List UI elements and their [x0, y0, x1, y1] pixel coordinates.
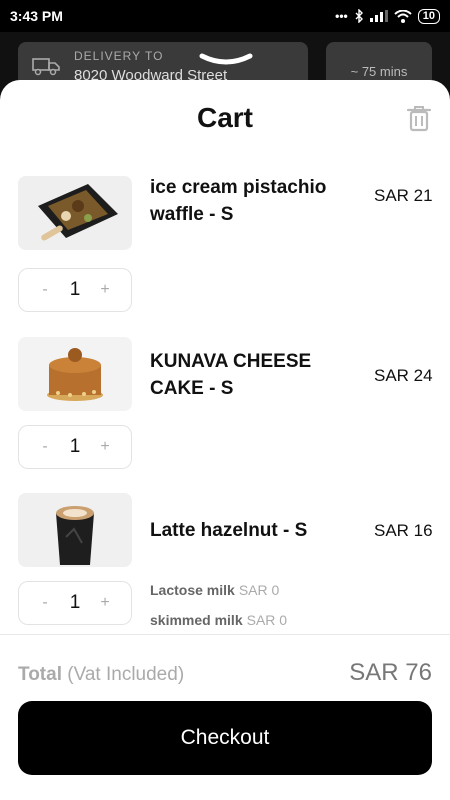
item-name: Latte hazelnut - S	[150, 520, 308, 541]
increase-button[interactable]: +	[97, 281, 113, 299]
chevron-down-icon[interactable]	[198, 52, 254, 68]
increase-button[interactable]: +	[97, 438, 113, 456]
checkout-button[interactable]: Checkout	[18, 701, 432, 775]
total-label: Total (Vat Included)	[18, 664, 184, 686]
item-price: SAR 24	[374, 366, 433, 385]
quantity-value: 1	[69, 592, 81, 613]
item-price: SAR 16	[374, 521, 433, 540]
item-image	[18, 176, 132, 250]
quantity-stepper: - 1 +	[18, 268, 132, 312]
decrease-button[interactable]: -	[37, 438, 53, 456]
item-modifier: skimmed milk SAR 0	[150, 612, 287, 628]
quantity-value: 1	[69, 279, 81, 300]
item-modifier: Lactose milk SAR 0	[150, 582, 279, 598]
item-price: SAR 21	[374, 186, 433, 205]
truck-icon	[32, 58, 60, 76]
status-icons: ••• 10	[335, 8, 440, 24]
battery-indicator: 10	[417, 8, 440, 24]
decrease-button[interactable]: -	[37, 281, 53, 299]
modifier-price: SAR 0	[246, 612, 288, 628]
wifi-icon	[394, 9, 412, 23]
modifier-name: Lactose milk	[150, 582, 235, 598]
modifier-price: SAR 0	[238, 582, 280, 598]
total-value: SAR 76	[349, 659, 432, 686]
signal-icon	[369, 10, 388, 22]
item-image	[18, 337, 132, 411]
total-label-text: Total	[18, 664, 62, 685]
increase-button[interactable]: +	[97, 594, 113, 612]
quantity-value: 1	[69, 436, 81, 457]
quantity-stepper: - 1 +	[18, 581, 132, 625]
item-name: KUNAVA CHEESE CAKE - S	[150, 351, 312, 399]
quantity-stepper: - 1 +	[18, 425, 132, 469]
trash-icon[interactable]	[406, 104, 432, 132]
bluetooth-icon	[355, 9, 363, 23]
modifier-name: skimmed milk	[150, 612, 243, 628]
item-image	[18, 493, 132, 567]
vat-note: (Vat Included)	[67, 664, 185, 685]
item-name: ice cream pistachio waffle - S	[150, 177, 327, 225]
decrease-button[interactable]: -	[37, 594, 53, 612]
status-time: 3:43 PM	[10, 8, 63, 24]
total-row: Total (Vat Included) SAR 76	[18, 659, 432, 687]
status-bar: 3:43 PM ••• 10	[0, 0, 450, 32]
cart-footer: Total (Vat Included) SAR 76 Checkout	[0, 634, 450, 800]
page-title: Cart	[196, 102, 253, 133]
more-icon: •••	[335, 9, 348, 23]
